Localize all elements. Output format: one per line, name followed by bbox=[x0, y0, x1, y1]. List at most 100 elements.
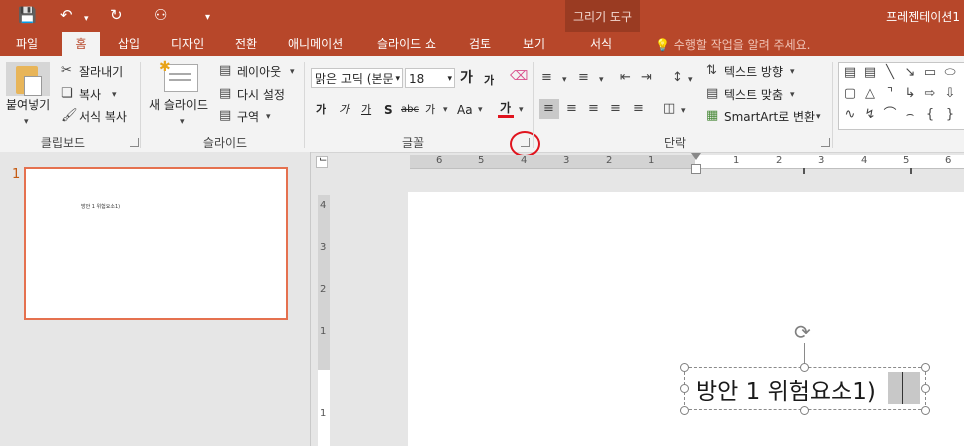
freeform-shape-icon[interactable]: ↯ bbox=[860, 106, 880, 124]
resize-handle-bottom-left[interactable] bbox=[680, 406, 689, 415]
elbow-arrow-shape-icon[interactable]: ↳ bbox=[900, 85, 920, 103]
down-arrow-shape-icon[interactable]: ⇩ bbox=[940, 85, 960, 103]
resize-handle-top-left[interactable] bbox=[680, 363, 689, 372]
curve-shape-icon[interactable]: ⌒ bbox=[880, 106, 900, 124]
undo-dropdown-icon[interactable]: ▾ bbox=[84, 10, 89, 28]
cut-button[interactable]: 잘라내기 bbox=[79, 64, 123, 80]
tab-marker[interactable] bbox=[803, 168, 805, 174]
resize-handle-top[interactable] bbox=[800, 363, 809, 372]
bullets-icon[interactable]: ≡ bbox=[541, 70, 552, 86]
triangle-shape-icon[interactable]: △ bbox=[860, 85, 880, 103]
indent-marker-icon[interactable] bbox=[691, 153, 701, 160]
reset-button[interactable]: 다시 설정 bbox=[237, 87, 285, 103]
resize-handle-top-right[interactable] bbox=[921, 363, 930, 372]
wave-shape-icon[interactable]: ∿ bbox=[840, 106, 860, 124]
numbering-icon[interactable]: ≡ bbox=[578, 70, 589, 86]
right-brace-shape-icon[interactable]: } bbox=[940, 106, 960, 124]
tab-file[interactable]: 파일 bbox=[16, 36, 38, 52]
paragraph-launcher-icon[interactable] bbox=[821, 138, 830, 147]
new-slide-dropdown-icon[interactable]: ▾ bbox=[180, 114, 185, 130]
tab-animations[interactable]: 애니메이션 bbox=[288, 36, 343, 52]
copy-dropdown-icon[interactable]: ▾ bbox=[112, 87, 117, 103]
textbox-shape-icon[interactable]: ▤ bbox=[840, 64, 860, 82]
arc-shape-icon[interactable]: ⌢ bbox=[900, 106, 920, 124]
right-arrow-shape-icon[interactable]: ⇨ bbox=[920, 85, 940, 103]
tab-selector[interactable]: ⌙ bbox=[316, 154, 328, 168]
align-text-dropdown-icon[interactable]: ▾ bbox=[790, 87, 795, 103]
decrease-indent-icon[interactable]: ⇤ bbox=[620, 70, 631, 86]
smartart-dropdown-icon[interactable]: ▾ bbox=[816, 109, 821, 125]
resize-handle-left[interactable] bbox=[680, 384, 689, 393]
new-slide-button[interactable]: 새 슬라이드 bbox=[149, 97, 208, 113]
spacing-dropdown-icon[interactable]: ▾ bbox=[443, 102, 448, 118]
align-left-button[interactable]: ≡ bbox=[539, 99, 559, 119]
font-color-button[interactable]: 가 bbox=[500, 100, 511, 116]
tab-home[interactable]: 홈 bbox=[62, 32, 100, 56]
copy-button[interactable]: 복사 bbox=[79, 87, 101, 103]
elbow-connector-shape-icon[interactable]: ⌝ bbox=[880, 85, 900, 103]
italic-button[interactable]: 가 bbox=[339, 102, 349, 118]
save-icon[interactable]: 💾 bbox=[18, 6, 37, 24]
oval-shape-icon[interactable]: ⬭ bbox=[940, 64, 960, 82]
tab-insert[interactable]: 삽입 bbox=[118, 36, 140, 52]
line-spacing-dropdown-icon[interactable]: ▾ bbox=[688, 72, 693, 88]
tab-review[interactable]: 검토 bbox=[469, 36, 491, 52]
spacing-button[interactable]: 가 bbox=[425, 102, 435, 118]
layout-button[interactable]: 레이아웃 bbox=[237, 64, 281, 80]
tab-transitions[interactable]: 전환 bbox=[235, 36, 257, 52]
columns-dropdown-icon[interactable]: ▾ bbox=[681, 103, 686, 119]
font-color-dropdown-icon[interactable]: ▾ bbox=[519, 102, 524, 118]
textbox-text[interactable]: 방안 1 위험요소1) bbox=[696, 372, 876, 406]
align-center-icon[interactable]: ≡ bbox=[566, 101, 577, 117]
shadow-button[interactable]: S bbox=[384, 102, 393, 118]
vertical-textbox-shape-icon[interactable]: ▤ bbox=[860, 64, 880, 82]
resize-handle-right[interactable] bbox=[921, 384, 930, 393]
undo-icon[interactable]: ↶ bbox=[60, 6, 73, 24]
change-case-button[interactable]: Aa bbox=[457, 102, 473, 118]
tell-me-search[interactable]: 💡 수행할 작업을 알려 주세요. bbox=[655, 36, 810, 53]
tab-marker[interactable] bbox=[910, 168, 912, 174]
tab-design[interactable]: 디자인 bbox=[171, 36, 204, 52]
new-slide-icon[interactable]: ✱ bbox=[159, 59, 198, 92]
underline-button[interactable]: 가 bbox=[361, 102, 371, 118]
tab-view[interactable]: 보기 bbox=[523, 36, 545, 52]
left-brace-shape-icon[interactable]: { bbox=[920, 106, 940, 124]
clear-formatting-icon[interactable]: ⌫ bbox=[510, 69, 528, 85]
rotate-handle-icon[interactable]: ⟳ bbox=[794, 322, 811, 342]
shrink-font-button[interactable]: 가 bbox=[484, 73, 494, 89]
font-name-select[interactable]: 맑은 고딕 (본문) ▾ bbox=[311, 68, 403, 88]
customize-icon[interactable]: ▾ bbox=[205, 9, 210, 27]
section-button[interactable]: 구역 bbox=[237, 109, 259, 125]
clipboard-launcher-icon[interactable] bbox=[130, 138, 139, 147]
arrow-line-shape-icon[interactable]: ↘ bbox=[900, 64, 920, 82]
format-painter-button[interactable]: 서식 복사 bbox=[79, 109, 127, 125]
bold-button[interactable]: 가 bbox=[316, 102, 326, 118]
rounded-rect-shape-icon[interactable]: ▢ bbox=[840, 85, 860, 103]
case-dropdown-icon[interactable]: ▾ bbox=[478, 102, 483, 118]
columns-icon[interactable]: ◫ bbox=[663, 101, 675, 117]
tab-format[interactable]: 서식 bbox=[590, 36, 612, 52]
increase-indent-icon[interactable]: ⇥ bbox=[641, 70, 652, 86]
rectangle-shape-icon[interactable]: ▭ bbox=[920, 64, 940, 82]
section-dropdown-icon[interactable]: ▾ bbox=[266, 109, 271, 125]
font-size-select[interactable]: 18 ▾ bbox=[405, 68, 455, 88]
resize-handle-bottom[interactable] bbox=[800, 406, 809, 415]
align-right-icon[interactable]: ≡ bbox=[588, 101, 599, 117]
numbering-dropdown-icon[interactable]: ▾ bbox=[599, 72, 604, 88]
redo-icon[interactable]: ↻ bbox=[110, 6, 123, 24]
slide-thumbnail[interactable]: 방안 1 위험요소1) bbox=[24, 167, 288, 320]
bullets-dropdown-icon[interactable]: ▾ bbox=[562, 72, 567, 88]
justify-icon[interactable]: ≡ bbox=[610, 101, 621, 117]
line-spacing-icon[interactable]: ↕ bbox=[672, 70, 683, 86]
resize-handle-bottom-right[interactable] bbox=[921, 406, 930, 415]
smartart-button[interactable]: SmartArt로 변환 bbox=[724, 109, 815, 125]
left-indent-marker-icon[interactable] bbox=[691, 164, 701, 174]
grow-font-button[interactable]: 가 bbox=[460, 70, 473, 86]
distributed-icon[interactable]: ≡ bbox=[633, 101, 644, 117]
align-text-button[interactable]: 텍스트 맞춤 bbox=[724, 87, 783, 103]
paste-button[interactable]: 붙여넣기 bbox=[6, 97, 50, 113]
paste-dropdown-icon[interactable]: ▾ bbox=[24, 114, 29, 130]
strikethrough-button[interactable]: abc bbox=[401, 102, 419, 118]
text-direction-dropdown-icon[interactable]: ▾ bbox=[790, 64, 795, 80]
tab-slideshow[interactable]: 슬라이드 쇼 bbox=[377, 36, 436, 52]
